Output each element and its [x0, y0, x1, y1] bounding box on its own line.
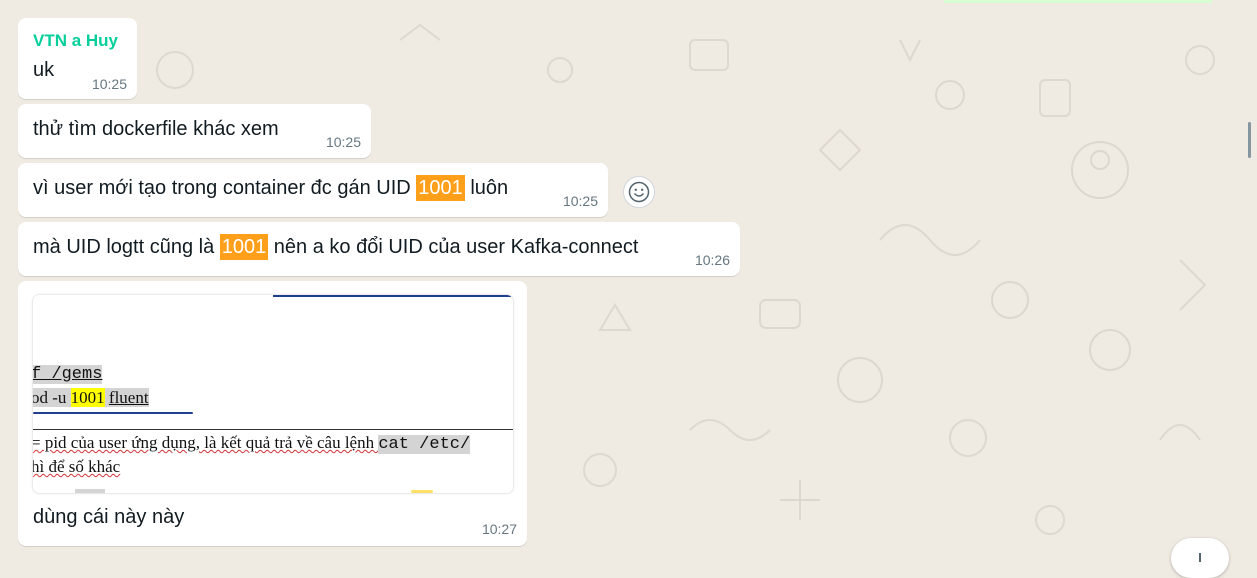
message-text-part: mà UID logtt cũng là: [33, 236, 220, 258]
image-text-part: = pid của user ứng dụng, là kết quả trả …: [33, 433, 379, 452]
previous-message-edge: [944, 0, 1212, 3]
image-pen-underline: [33, 412, 193, 414]
image-caption: dùng cái này này: [33, 506, 185, 528]
message-bubble[interactable]: thử tìm dockerfile khác xem 10:25: [18, 104, 371, 158]
image-yellow-mark: [411, 490, 433, 493]
image-text-part: fluent: [108, 388, 149, 407]
react-button[interactable]: [623, 176, 655, 208]
message-time: 10:25: [325, 134, 361, 150]
message-bubble[interactable]: vì user mới tạo trong container đc gán U…: [18, 163, 608, 217]
image-divider: [33, 429, 513, 430]
image-text-line: = pid của user ứng dụng, là kết quả trả …: [33, 433, 471, 454]
image-message-bubble[interactable]: f /gems od -u 1001 fluent = pid của user…: [18, 281, 527, 546]
chevron-down-icon: [1199, 553, 1201, 562]
smiley-icon: [628, 181, 650, 203]
message-time: 10:26: [694, 252, 730, 268]
image-attachment[interactable]: f /gems od -u 1001 fluent = pid của user…: [33, 295, 513, 493]
message-text: mà UID logtt cũng là 1001 nên a ko đổi U…: [33, 234, 639, 260]
scroll-to-bottom-button[interactable]: [1171, 538, 1229, 578]
search-highlight: 1001: [219, 234, 269, 260]
image-uid-highlight: 1001: [70, 388, 105, 407]
message-time: 10:27: [481, 521, 517, 537]
image-top-rule: [273, 295, 511, 297]
message-bubble[interactable]: VTN a Huy uk 10:25: [18, 18, 137, 99]
message-text-part: nên a ko đổi UID của user Kafka-connect: [268, 236, 639, 258]
image-text-line: od -u 1001 fluent: [33, 388, 149, 408]
message-text-part: luôn: [464, 177, 509, 199]
image-text-part: od -u: [33, 388, 71, 407]
message-time: 10:25: [91, 76, 127, 92]
message-text-part: vì user mới tạo trong container đc gán U…: [33, 177, 417, 199]
message-time: 10:25: [562, 193, 598, 209]
message-bubble[interactable]: mà UID logtt cũng là 1001 nên a ko đổi U…: [18, 222, 740, 276]
scrollbar-thumb[interactable]: [1248, 122, 1251, 158]
image-text-part: cat /etc/: [378, 435, 471, 454]
image-gray-mark: [75, 489, 105, 493]
message-text: thử tìm dockerfile khác xem: [33, 118, 279, 140]
message-text: vì user mới tạo trong container đc gán U…: [33, 175, 509, 201]
sender-name[interactable]: VTN a Huy: [33, 31, 118, 51]
image-text-line: hì để số khác: [33, 457, 121, 476]
message-text: uk: [33, 59, 55, 81]
search-highlight: 1001: [416, 175, 465, 201]
image-text-line: f /gems: [33, 365, 103, 384]
